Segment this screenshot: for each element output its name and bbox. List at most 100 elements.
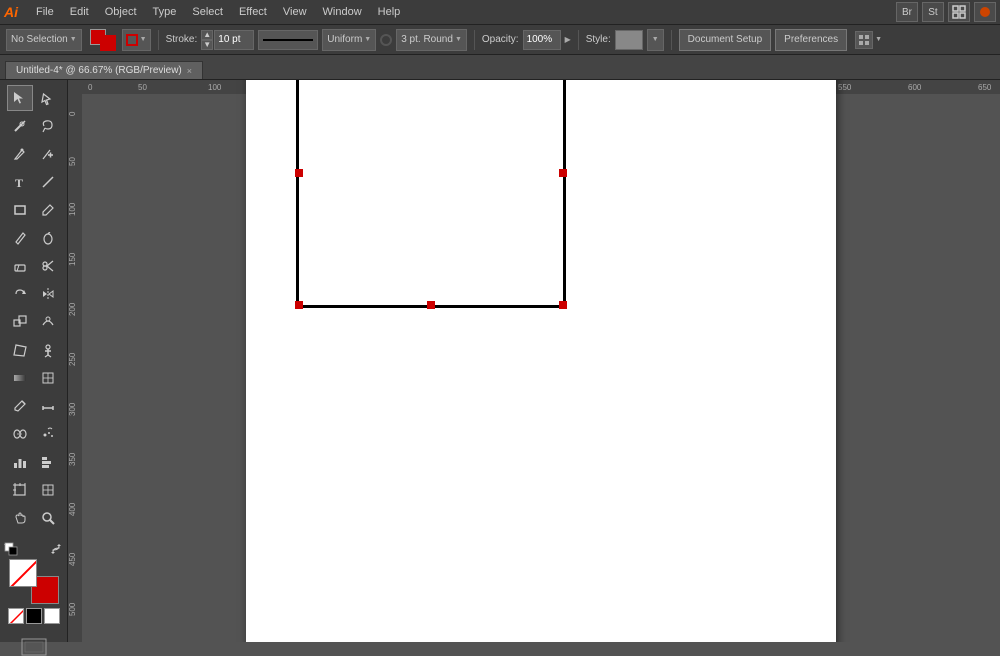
stroke-uniform-chevron: ▼	[364, 36, 371, 43]
fill-stroke-indicator[interactable]	[88, 27, 116, 53]
selected-rectangle[interactable]	[296, 80, 566, 308]
stroke-down-btn[interactable]: ▼	[201, 40, 213, 50]
menu-help[interactable]: Help	[370, 4, 409, 20]
opacity-arrow-btn[interactable]: ▶	[565, 35, 571, 44]
blend-tool[interactable]	[7, 421, 33, 447]
hand-tool[interactable]	[7, 505, 33, 531]
stroke-round-dropdown[interactable]: 3 pt. Round ▼	[396, 29, 467, 51]
menu-edit[interactable]: Edit	[62, 4, 97, 20]
paintbrush-tool[interactable]	[35, 197, 61, 223]
preferences-button[interactable]: Preferences	[775, 29, 847, 51]
svg-text:T: T	[15, 176, 23, 190]
black-swatch[interactable]	[26, 608, 42, 624]
zoom-tool[interactable]	[35, 505, 61, 531]
type-tool[interactable]: T	[7, 169, 33, 195]
stroke-uniform-dropdown[interactable]: Uniform ▼	[322, 29, 376, 51]
gradient-tool[interactable]	[7, 365, 33, 391]
document-tab[interactable]: Untitled-4* @ 66.67% (RGB/Preview) ×	[5, 61, 203, 79]
fill-color-swatch[interactable]	[9, 559, 37, 587]
style-label: Style:	[586, 34, 611, 45]
scissors-tool[interactable]	[35, 253, 61, 279]
stroke-round-icon	[380, 34, 392, 46]
handle-bottom-left[interactable]	[295, 301, 303, 309]
none-swatch[interactable]	[8, 608, 24, 624]
selection-tool[interactable]	[7, 85, 33, 111]
mesh-tool[interactable]	[35, 365, 61, 391]
color-reset-area	[4, 542, 63, 556]
menu-effect[interactable]: Effect	[231, 4, 275, 20]
opacity-input[interactable]	[523, 30, 561, 50]
reflect-tool[interactable]	[35, 281, 61, 307]
svg-text:150: 150	[68, 252, 77, 266]
measure-tool[interactable]	[35, 393, 61, 419]
stroke-up-btn[interactable]: ▲	[201, 30, 213, 40]
arrange-icon[interactable]	[855, 31, 873, 49]
main-area: T	[0, 80, 1000, 642]
add-anchor-tool[interactable]	[35, 141, 61, 167]
reshape-tool[interactable]	[35, 309, 61, 335]
change-screen-mode[interactable]	[0, 638, 67, 656]
eyedropper-tool[interactable]	[7, 393, 33, 419]
svg-text:450: 450	[68, 552, 77, 566]
stroke-type-dropdown[interactable]: ▼	[122, 29, 151, 51]
style-dropdown[interactable]: ▼	[647, 29, 664, 51]
st-icon[interactable]: St	[922, 2, 944, 22]
menu-select[interactable]: Select	[184, 4, 231, 20]
blob-brush-tool[interactable]	[35, 225, 61, 251]
bar-chart-tool[interactable]	[35, 449, 61, 475]
scale-tool[interactable]	[7, 309, 33, 335]
free-distort-tool[interactable]	[7, 337, 33, 363]
puppet-warp-tool[interactable]	[35, 337, 61, 363]
rectangle-tool[interactable]	[7, 197, 33, 223]
document-setup-button[interactable]: Document Setup	[679, 29, 772, 51]
flame-icon[interactable]	[974, 2, 996, 22]
grid-icon[interactable]	[948, 2, 970, 22]
color-swatches-area	[0, 538, 67, 628]
direct-selection-tool[interactable]	[35, 85, 61, 111]
menu-file[interactable]: File	[28, 4, 62, 20]
br-icon[interactable]: Br	[896, 2, 918, 22]
stroke-line-style[interactable]	[258, 30, 318, 50]
selection-dropdown[interactable]: No Selection ▼	[6, 29, 82, 51]
arrange-icons: ▼	[855, 31, 882, 49]
handle-bottom-right[interactable]	[559, 301, 567, 309]
default-colors-icon[interactable]	[4, 542, 18, 556]
menu-view[interactable]: View	[275, 4, 315, 20]
tool-row-16	[0, 505, 67, 531]
tool-row-4: T	[0, 169, 67, 195]
stroke-round-group	[380, 34, 392, 46]
stroke-input[interactable]	[214, 30, 254, 50]
white-swatch[interactable]	[44, 608, 60, 624]
menu-window[interactable]: Window	[315, 4, 370, 20]
eraser-tool[interactable]	[7, 253, 33, 279]
arrange-chevron[interactable]: ▼	[875, 36, 882, 43]
symbol-spray-tool[interactable]	[35, 421, 61, 447]
handle-bottom-mid[interactable]	[427, 301, 435, 309]
style-preview[interactable]	[615, 30, 643, 50]
line-tool[interactable]	[35, 169, 61, 195]
magic-wand-tool[interactable]	[7, 113, 33, 139]
artboard-tool[interactable]	[7, 477, 33, 503]
tool-row-1	[0, 85, 67, 111]
menu-right-icons: Br St	[896, 2, 996, 22]
rotate-tool[interactable]	[7, 281, 33, 307]
slice-tool[interactable]	[35, 477, 61, 503]
tab-close-btn[interactable]: ×	[187, 66, 192, 76]
menu-type[interactable]: Type	[145, 4, 185, 20]
artboard	[246, 80, 836, 642]
tools-panel: T	[0, 80, 68, 642]
svg-text:0: 0	[88, 83, 93, 92]
svg-text:100: 100	[208, 83, 222, 92]
lasso-tool[interactable]	[35, 113, 61, 139]
swap-colors-icon[interactable]	[49, 542, 63, 556]
handle-mid-right[interactable]	[559, 169, 567, 177]
pencil-tool[interactable]	[7, 225, 33, 251]
pen-tool[interactable]	[7, 141, 33, 167]
menu-object[interactable]: Object	[97, 4, 145, 20]
column-chart-tool[interactable]	[7, 449, 33, 475]
app-logo: Ai	[4, 4, 18, 20]
svg-text:350: 350	[68, 452, 77, 466]
stroke-round-chevron: ▼	[455, 36, 462, 43]
handle-mid-left[interactable]	[295, 169, 303, 177]
tool-row-15	[0, 477, 67, 503]
